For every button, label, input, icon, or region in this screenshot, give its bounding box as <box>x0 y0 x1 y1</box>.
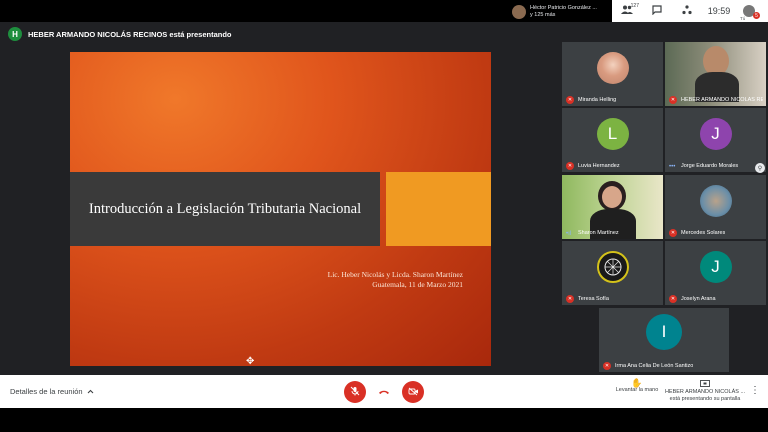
mic-off-icon: ✕ <box>669 96 677 104</box>
chat-button[interactable] <box>642 0 672 22</box>
camera-toggle-button[interactable] <box>402 381 424 403</box>
logo-icon <box>604 258 621 276</box>
participant-name: Jorge Eduardo Morales <box>681 163 739 169</box>
participant-name: Miranda Helling <box>578 97 617 103</box>
active-speaker-chip[interactable]: Héctor Patricio González ... y 125 más <box>512 2 612 22</box>
self-view-button[interactable]: Tú 5 <box>736 0 762 22</box>
chevron-up-icon <box>87 387 94 396</box>
mic-off-icon: ✕ <box>566 162 574 170</box>
participant-name: Luvia Hernandez <box>578 163 620 169</box>
presenting-name: HEBER ARMANDO NICOLÁS ... <box>664 389 746 395</box>
participant-avatar: I <box>646 314 682 350</box>
hand-icon: ✋ <box>631 378 643 388</box>
participant-photo <box>596 251 629 283</box>
participant-avatar: J <box>699 118 732 150</box>
participant-tile[interactable]: L ✕ Luvia Hernandez <box>562 108 663 172</box>
speaking-indicator-icon: •ıl <box>566 231 572 237</box>
presentation-slide: Introducción a Legislación Tributaria Na… <box>70 52 491 366</box>
presenter-avatar: H <box>8 27 22 41</box>
people-count: 127 <box>630 3 639 9</box>
mic-off-icon <box>350 383 360 401</box>
participant-tile[interactable]: ✕ Miranda Helling <box>562 42 663 106</box>
phone-hangup-icon <box>378 386 390 398</box>
participant-tile[interactable]: ✕ HEBER ARMANDO NICOLÁS RE... <box>665 42 766 106</box>
slide-subtitle-line1: Lic. Heber Nicolás y Licda. Sharon Martí… <box>327 270 463 279</box>
presenter-label: HEBER ARMANDO NICOLÁS RECINOS está prese… <box>28 29 232 39</box>
speaker-others: y 125 más <box>530 12 556 18</box>
mic-off-icon: ✕ <box>566 96 574 104</box>
activities-icon <box>682 4 692 18</box>
camera-off-icon <box>408 383 419 401</box>
participant-tile[interactable]: •ıl Sharon Martínez <box>562 175 663 239</box>
participant-name: Mercedes Solares <box>681 230 726 236</box>
participant-tile[interactable]: J ••• Jorge Eduardo Morales <box>665 108 766 172</box>
mic-off-icon: ✕ <box>566 295 574 303</box>
meeting-details-label: Detalles de la reunión <box>10 387 83 396</box>
participant-avatar: L <box>596 118 629 150</box>
microphone-toggle-button[interactable] <box>344 381 366 403</box>
participant-tile[interactable]: J ✕ Joselyn Arana <box>665 241 766 305</box>
meeting-clock: 19:59 <box>707 6 731 16</box>
slide-title: Introducción a Legislación Tributaria Na… <box>88 200 362 217</box>
participant-tile[interactable]: ✕ Teresa Sofía <box>562 241 663 305</box>
participant-name: Sharon Martínez <box>578 230 619 236</box>
pin-icon[interactable]: ⚲ <box>755 163 765 173</box>
slide-title-box: Introducción a Legislación Tributaria Na… <box>70 172 380 246</box>
speaker-avatar <box>512 5 526 19</box>
slide-accent-square <box>386 172 491 246</box>
mic-off-icon: ✕ <box>669 229 677 237</box>
presenting-status: está presentando su pantalla <box>669 396 741 402</box>
participant-face <box>602 186 622 208</box>
participant-name: Irma Ana Celia De León Santizo <box>615 363 694 369</box>
present-screen-icon <box>664 380 746 389</box>
more-options-icon[interactable]: ⋮ <box>750 385 760 396</box>
speaking-indicator-icon: ••• <box>669 164 676 170</box>
raise-hand-label: Levantar la mano <box>615 387 659 393</box>
presentation-button[interactable]: HEBER ARMANDO NICOLÁS ... está presentan… <box>664 380 746 403</box>
raise-hand-button[interactable]: ✋ Levantar la mano <box>612 378 662 394</box>
move-cursor-icon: ✥ <box>246 356 255 367</box>
participant-name: Teresa Sofía <box>578 296 609 302</box>
participant-photo <box>596 52 629 84</box>
bottom-letterbox <box>0 408 768 432</box>
mic-off-icon: ✕ <box>669 295 677 303</box>
activities-button[interactable] <box>672 0 702 22</box>
chat-icon <box>652 4 662 18</box>
slide-subtitle-line2: Guatemala, 11 de Marzo 2021 <box>372 280 463 289</box>
participant-name: HEBER ARMANDO NICOLÁS RE... <box>681 97 763 103</box>
notification-badge: 5 <box>753 12 760 19</box>
bottom-control-bar: Detalles de la reunión ✋ Levantar la man… <box>0 375 768 408</box>
mic-off-icon: ✕ <box>603 362 611 370</box>
participant-avatar: J <box>699 251 732 283</box>
participant-photo <box>699 185 732 217</box>
people-button[interactable]: 127 <box>612 0 642 22</box>
self-label: Tú <box>740 16 746 21</box>
meeting-details-button[interactable]: Detalles de la reunión <box>10 387 94 396</box>
participant-name: Joselyn Arana <box>681 296 716 302</box>
leave-call-button[interactable] <box>373 381 395 403</box>
slide-subtitle: Lic. Heber Nicolás y Licda. Sharon Martí… <box>328 270 463 290</box>
top-toolbar: 127 19:59 Tú 5 <box>612 0 768 22</box>
participant-tile[interactable]: ✕ Mercedes Solares <box>665 175 766 239</box>
presenter-banner: H HEBER ARMANDO NICOLÁS RECINOS está pre… <box>8 26 232 42</box>
speaker-name: Héctor Patricio González ... <box>530 5 597 11</box>
participant-tile[interactable]: I ✕ Irma Ana Celia De León Santizo <box>599 308 729 372</box>
